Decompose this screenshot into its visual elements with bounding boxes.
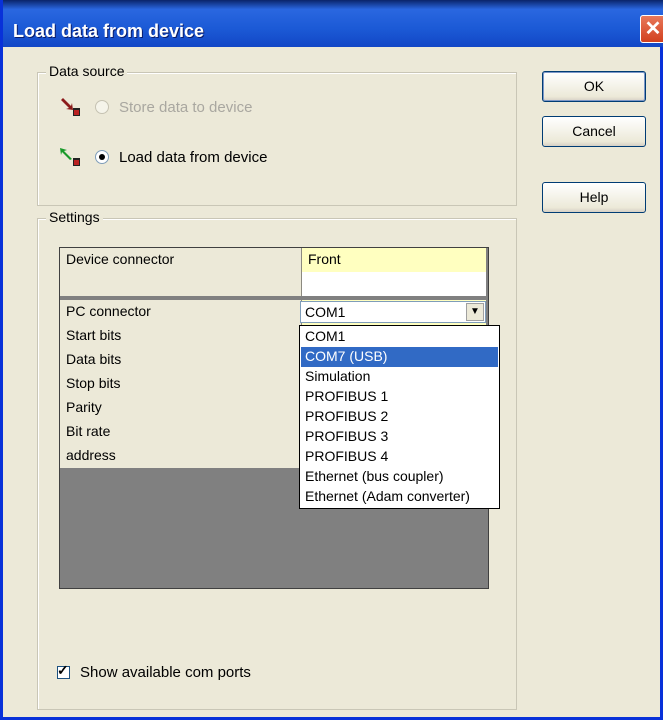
dropdown-item[interactable]: Ethernet (Adam converter) xyxy=(301,487,498,507)
dropdown-item[interactable]: PROFIBUS 3 xyxy=(301,427,498,447)
dropdown-item[interactable]: PROFIBUS 1 xyxy=(301,387,498,407)
grid-row-blank xyxy=(60,272,486,296)
store-data-radio[interactable] xyxy=(95,100,109,114)
help-button[interactable]: Help xyxy=(542,182,646,213)
show-ports-option[interactable]: ✓ Show available com ports xyxy=(57,662,251,681)
cancel-button[interactable]: Cancel xyxy=(542,116,646,147)
grid-row-device-connector: Device connector Front xyxy=(60,248,486,272)
row-name: PC connector xyxy=(60,300,302,324)
row-name: Device connector xyxy=(60,248,302,272)
load-data-label: Load data from device xyxy=(119,148,268,166)
arrow-down-icon xyxy=(61,98,80,116)
row-name: address xyxy=(60,444,302,468)
load-data-radio[interactable] xyxy=(95,150,109,164)
dropdown-item[interactable]: COM1 xyxy=(301,327,498,347)
combo-value: COM1 xyxy=(305,304,346,320)
window-title: Load data from device xyxy=(13,21,205,41)
dropdown-item[interactable]: COM7 (USB) xyxy=(301,347,498,367)
pc-connector-combo[interactable]: COM1 ▼ xyxy=(300,301,486,323)
row-value[interactable] xyxy=(302,272,486,296)
dropdown-item[interactable]: PROFIBUS 4 xyxy=(301,447,498,467)
dropdown-item[interactable]: Ethernet (bus coupler) xyxy=(301,467,498,487)
row-name xyxy=(60,272,302,296)
store-data-option: Store data to device xyxy=(59,96,252,118)
ok-button[interactable]: OK xyxy=(542,71,646,102)
row-value[interactable]: Front xyxy=(302,248,486,272)
show-ports-label: Show available com ports xyxy=(80,664,251,681)
data-source-group: Data source xyxy=(37,63,517,206)
dialog-window: Load data from device ✕ Data source Stor… xyxy=(0,0,663,720)
dropdown-item[interactable]: Simulation xyxy=(301,367,498,387)
settings-legend: Settings xyxy=(46,209,103,225)
pc-connector-dropdown: COM1 COM7 (USB) Simulation PROFIBUS 1 PR… xyxy=(299,325,500,509)
arrow-up-icon xyxy=(60,148,80,166)
show-ports-checkbox[interactable]: ✓ xyxy=(57,662,70,679)
chevron-down-icon[interactable]: ▼ xyxy=(466,303,484,321)
data-source-legend: Data source xyxy=(46,63,128,79)
close-icon: ✕ xyxy=(644,18,662,40)
close-button[interactable]: ✕ xyxy=(640,15,663,43)
load-data-option[interactable]: Load data from device xyxy=(59,146,267,168)
row-name: Bit rate xyxy=(60,420,302,444)
store-data-label: Store data to device xyxy=(119,98,253,116)
dropdown-item[interactable]: PROFIBUS 2 xyxy=(301,407,498,427)
row-name: Data bits xyxy=(60,348,302,372)
row-name: Start bits xyxy=(60,324,302,348)
title-bar[interactable]: Load data from device ✕ xyxy=(3,0,663,47)
checkmark-icon: ✓ xyxy=(57,662,69,678)
row-name: Parity xyxy=(60,396,302,420)
row-name: Stop bits xyxy=(60,372,302,396)
